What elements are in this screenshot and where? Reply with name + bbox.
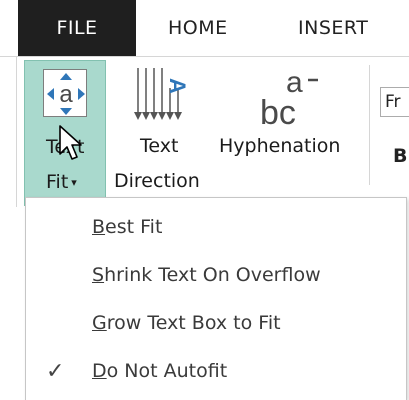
svg-text:A: A [165,78,190,94]
menu-item-accesskey: D [92,360,107,382]
ribbon-edge [16,57,17,207]
hyphenation-icon: a bc [260,66,318,130]
menu-item-best-fit[interactable]: Best Fit [26,203,406,251]
menu-item-shrink-text-on-overflow[interactable]: Shrink Text On Overflow [26,251,406,299]
text-fit-menu: Best Fit Shrink Text On Overflow Grow Te… [25,197,407,400]
svg-text:a: a [59,81,73,108]
bold-button[interactable]: B [393,145,407,167]
tab-insert-label: INSERT [298,17,369,39]
text-fit-icon: a [43,69,87,117]
menu-item-accesskey: B [92,216,106,238]
tab-home[interactable]: HOME [168,0,228,56]
ribbon-tab-bar: FILE HOME INSERT [0,0,409,56]
menu-item-text: est Fit [105,216,163,238]
text-direction-icon: A [134,68,190,120]
tab-insert[interactable]: INSERT [298,0,368,56]
tab-home-label: HOME [168,17,228,39]
text-direction-button[interactable]: A Text Direction [110,60,210,206]
font-name-input[interactable]: Fr [380,87,409,117]
ribbon-group-divider [369,65,370,185]
menu-item-accesskey: G [92,312,107,334]
text-direction-label-line1: Text [140,135,179,157]
text-direction-label-line2: Direction [114,170,200,192]
hyphenation-label: Hyphenation [219,135,341,157]
menu-item-text: hrink Text On Overflow [104,264,321,286]
menu-item-do-not-autofit[interactable]: ✓ Do Not Autofit [26,347,406,395]
text-fit-label-line2: Fit ▾ [46,171,77,193]
text-fit-label-text: Fit [46,171,69,193]
menu-item-label: Shrink Text On Overflow [92,264,321,286]
menu-item-label: Best Fit [92,216,162,238]
chevron-down-icon: ▾ [71,176,77,189]
menu-item-label: Do Not Autofit [92,360,227,382]
tab-file-label: FILE [56,17,98,39]
mouse-pointer-icon [59,125,82,160]
menu-item-text: row Text Box to Fit [106,312,281,334]
checkmark-icon: ✓ [46,359,65,384]
hyphenation-button[interactable]: a bc Hyphenation [214,60,362,206]
menu-item-label: Grow Text Box to Fit [92,312,281,334]
menu-item-text: o Not Autofit [106,360,228,382]
menu-item-grow-text-box-to-fit[interactable]: Grow Text Box to Fit [26,299,406,347]
svg-text:bc: bc [260,94,296,130]
tab-file[interactable]: FILE [18,0,136,56]
menu-item-accesskey: S [92,264,105,286]
